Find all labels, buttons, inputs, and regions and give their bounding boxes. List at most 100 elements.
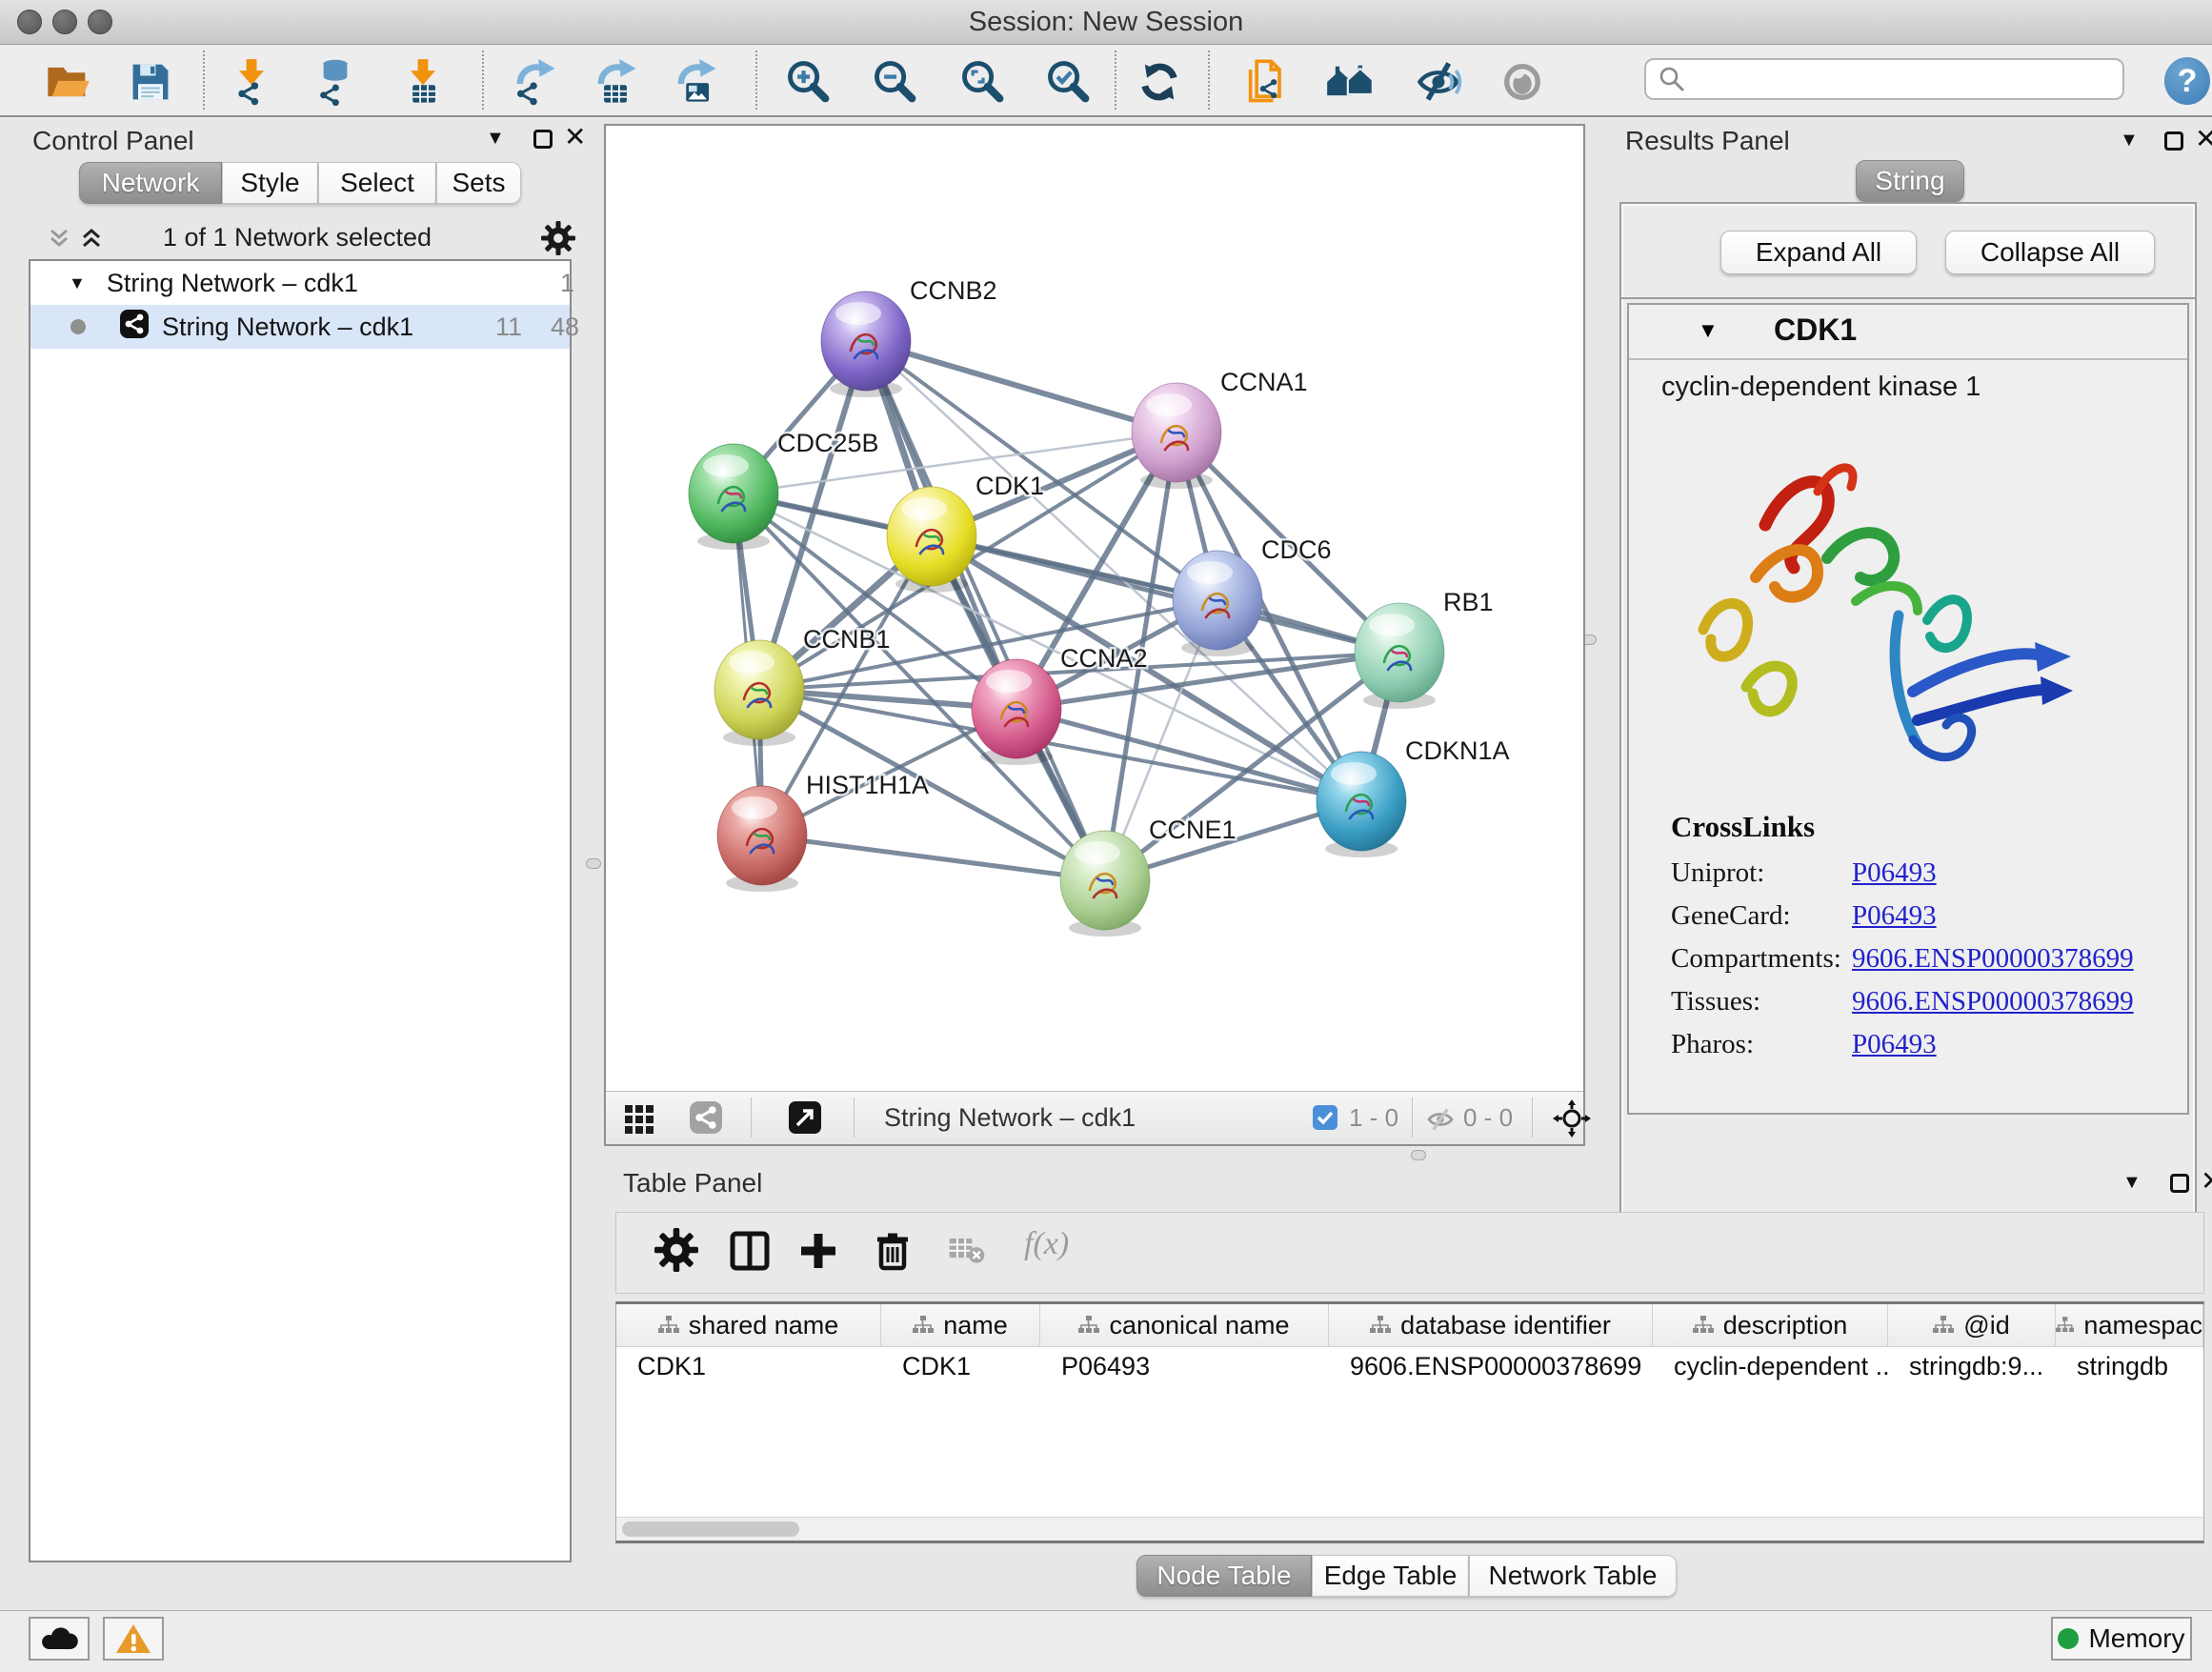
panel-float-icon[interactable]: ▼ bbox=[2122, 1172, 2142, 1194]
entry-caret-icon[interactable]: ▼ bbox=[1698, 318, 1719, 343]
tab-sets[interactable]: Sets bbox=[436, 162, 521, 204]
panel-maximize-icon[interactable] bbox=[533, 130, 553, 149]
entry-header[interactable]: ▼ CDK1 bbox=[1629, 305, 2187, 360]
panel-close-icon[interactable]: ✕ bbox=[2195, 130, 2212, 149]
memory-button[interactable]: Memory bbox=[2051, 1617, 2192, 1661]
network-node-CCNB2[interactable]: CCNB2 bbox=[821, 276, 997, 397]
network-edge[interactable] bbox=[866, 341, 1176, 433]
open-in-window-icon[interactable] bbox=[789, 1101, 821, 1138]
export-image-icon[interactable] bbox=[671, 57, 720, 107]
network-collection-row[interactable]: ▼ String Network – cdk1 1 bbox=[30, 261, 570, 305]
network-edge[interactable] bbox=[866, 341, 1105, 880]
scrollbar-thumb[interactable] bbox=[622, 1521, 799, 1537]
import-network-icon[interactable] bbox=[227, 57, 276, 107]
tab-select[interactable]: Select bbox=[318, 162, 436, 204]
zoom-out-icon[interactable] bbox=[871, 57, 920, 107]
column-header-namespace[interactable]: namespac bbox=[2056, 1304, 2203, 1346]
table-toolbar: f(x) bbox=[615, 1212, 2204, 1294]
panel-maximize-icon[interactable] bbox=[2170, 1174, 2189, 1193]
network-row[interactable]: String Network – cdk1 11 48 bbox=[30, 305, 570, 349]
save-session-icon[interactable] bbox=[126, 57, 175, 107]
crosslink-link[interactable]: P06493 bbox=[1852, 1029, 1937, 1060]
cell-database-identifier[interactable]: 9606.ENSP00000378699 bbox=[1329, 1346, 1653, 1386]
network-node-CDC6[interactable]: CDC6 bbox=[1173, 535, 1332, 656]
network-options-gear-icon[interactable] bbox=[541, 221, 575, 260]
cybrowser-home-icon[interactable] bbox=[1325, 57, 1375, 107]
export-table-icon[interactable] bbox=[591, 57, 640, 107]
help-button[interactable]: ? bbox=[2164, 57, 2210, 105]
export-network-icon[interactable] bbox=[510, 57, 559, 107]
table-horizontal-scrollbar[interactable] bbox=[616, 1517, 2203, 1541]
crosslink-link[interactable]: P06493 bbox=[1852, 900, 1937, 932]
tab-style[interactable]: Style bbox=[222, 162, 318, 204]
expand-all-button[interactable]: Expand All bbox=[1720, 231, 1917, 274]
network-canvas[interactable]: CCNB2 CCNA1 CDC25B CDK1 CDC6 RB1 CCNB1 C… bbox=[606, 126, 1583, 1092]
table-row[interactable]: CDK1CDK1P064939606.ENSP00000378699cyclin… bbox=[616, 1346, 2203, 1386]
column-header-shared-name[interactable]: shared name bbox=[616, 1304, 881, 1346]
cell-namespace[interactable]: stringdb bbox=[2056, 1346, 2203, 1386]
network-share-icon[interactable] bbox=[690, 1101, 722, 1138]
network-node-HIST1H1A[interactable]: HIST1H1A bbox=[717, 771, 929, 892]
birdseye-crosshair-icon[interactable] bbox=[1553, 1099, 1591, 1142]
cell-canonical-name[interactable]: P06493 bbox=[1040, 1346, 1329, 1386]
tab-edge-table[interactable]: Edge Table bbox=[1312, 1555, 1469, 1597]
zoom-selected-icon[interactable] bbox=[1044, 57, 1094, 107]
crosslink-link[interactable]: 9606.ENSP00000378699 bbox=[1852, 943, 2134, 975]
panel-close-icon[interactable]: ✕ bbox=[564, 128, 586, 147]
refresh-layout-icon[interactable] bbox=[1135, 57, 1184, 107]
network-edge[interactable] bbox=[762, 836, 1105, 880]
network-node-CDKN1A[interactable]: CDKN1A bbox=[1317, 736, 1510, 857]
network-node-CCNE1[interactable]: CCNE1 bbox=[1060, 816, 1237, 937]
status-bar: Memory bbox=[0, 1610, 2212, 1672]
search-input[interactable] bbox=[1686, 62, 2122, 96]
crosslink-link[interactable]: P06493 bbox=[1852, 857, 1937, 889]
tab-string[interactable]: String bbox=[1856, 160, 1964, 202]
table-options-gear-icon[interactable] bbox=[654, 1228, 698, 1277]
collapse-all-button[interactable]: Collapse All bbox=[1945, 231, 2155, 274]
network-node-RB1[interactable]: RB1 bbox=[1355, 588, 1494, 709]
search-box[interactable] bbox=[1644, 58, 2124, 100]
control-panel-tabs: NetworkStyleSelectSets bbox=[79, 162, 521, 204]
column-header-canonical-name[interactable]: canonical name bbox=[1040, 1304, 1329, 1346]
cell-name[interactable]: CDK1 bbox=[881, 1346, 1040, 1386]
network-status-dot-icon bbox=[70, 319, 86, 334]
network-node-CDK1[interactable]: CDK1 bbox=[887, 472, 1044, 593]
graphics-details-icon[interactable] bbox=[1415, 57, 1464, 107]
column-header-description[interactable]: description bbox=[1653, 1304, 1888, 1346]
column-header-database-identifier[interactable]: database identifier bbox=[1329, 1304, 1653, 1346]
zoom-fit-icon[interactable] bbox=[958, 57, 1008, 107]
network-node-CCNA1[interactable]: CCNA1 bbox=[1132, 368, 1308, 489]
cell-description[interactable]: cyclin-dependent ... bbox=[1653, 1346, 1888, 1386]
cloud-button[interactable] bbox=[29, 1617, 90, 1661]
tab-network[interactable]: Network bbox=[79, 162, 222, 204]
warnings-button[interactable] bbox=[103, 1617, 164, 1661]
network-view-toolbar: String Network – cdk1 1 - 0 0 - 0 bbox=[606, 1091, 1583, 1144]
import-table-icon[interactable] bbox=[398, 57, 448, 107]
cell--id[interactable]: stringdb:9... bbox=[1888, 1346, 2056, 1386]
tab-node-table[interactable]: Node Table bbox=[1136, 1555, 1312, 1597]
panel-float-icon[interactable]: ▼ bbox=[2120, 130, 2139, 151]
search-icon bbox=[1658, 65, 1686, 93]
grid-view-icon[interactable] bbox=[623, 1101, 655, 1138]
selected-checkbox-icon[interactable] bbox=[1313, 1105, 1337, 1135]
left-splitter-handle[interactable] bbox=[586, 858, 601, 869]
collection-caret-icon[interactable]: ▼ bbox=[69, 273, 86, 293]
add-column-icon[interactable] bbox=[795, 1228, 841, 1279]
cell-shared-name[interactable]: CDK1 bbox=[616, 1346, 881, 1386]
tab-network-table[interactable]: Network Table bbox=[1469, 1555, 1677, 1597]
panel-float-icon[interactable]: ▼ bbox=[486, 128, 505, 150]
crosslink-link[interactable]: 9606.ENSP00000378699 bbox=[1852, 986, 2134, 1017]
open-session-icon[interactable] bbox=[44, 57, 93, 107]
panel-maximize-icon[interactable] bbox=[2164, 131, 2183, 151]
zoom-in-icon[interactable] bbox=[784, 57, 834, 107]
column-header-name[interactable]: name bbox=[881, 1304, 1040, 1346]
delete-column-trash-icon[interactable] bbox=[870, 1228, 915, 1279]
panel-close-icon[interactable]: ✕ bbox=[2201, 1172, 2212, 1191]
share-session-icon[interactable] bbox=[1242, 57, 1292, 107]
show-columns-icon[interactable] bbox=[727, 1228, 773, 1279]
bottom-splitter-handle[interactable] bbox=[1411, 1150, 1426, 1160]
node-table: shared name name canonical name database… bbox=[615, 1301, 2204, 1543]
import-database-icon[interactable] bbox=[311, 57, 360, 107]
column-header--id[interactable]: @id bbox=[1888, 1304, 2056, 1346]
birdseye-view-icon bbox=[1498, 57, 1547, 107]
